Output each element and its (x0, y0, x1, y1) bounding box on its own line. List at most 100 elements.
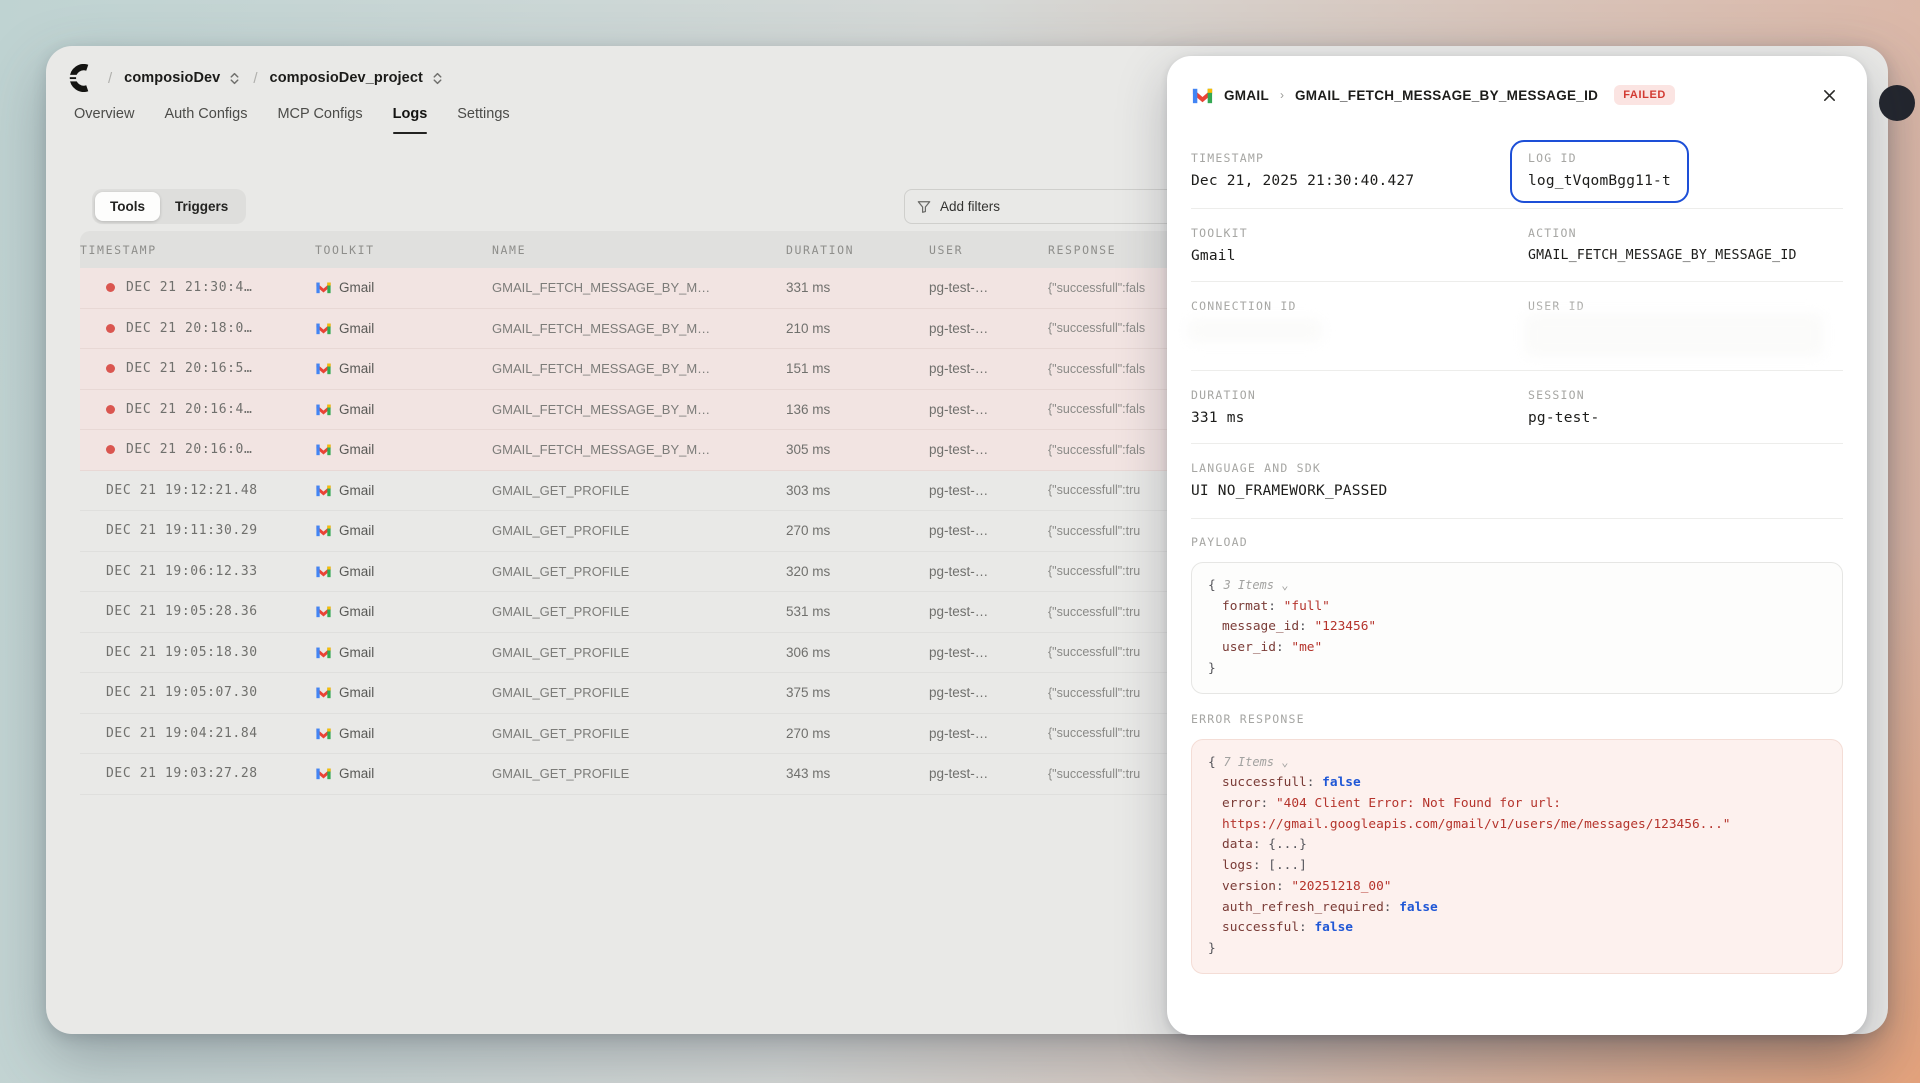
log-toolkit: Gmail (339, 685, 374, 700)
error-response-json-viewer[interactable]: { 7 Items successfullfalse error"404 Cli… (1191, 739, 1843, 974)
field-row: TIMESTAMP Dec 21, 2025 21:30:40.427 LOG … (1191, 134, 1843, 208)
log-timestamp-cell: DEC 21 19:11:30.29 (80, 523, 315, 538)
log-timestamp: DEC 21 19:12:21.48 (106, 483, 258, 498)
status-badge: FAILED (1614, 85, 1675, 105)
payload-section: PAYLOAD { 3 Items format"full" message_i… (1191, 518, 1843, 694)
log-timestamp-cell: DEC 21 20:16:5… (80, 361, 315, 376)
toggle-segment-label: Triggers (175, 199, 228, 214)
breadcrumb-project-selector[interactable]: composioDev_project (270, 70, 444, 86)
connection-id-redacted-value (1191, 322, 1319, 339)
open-brace: { (1208, 755, 1216, 770)
log-detail-panel: GMAIL › GMAIL_FETCH_MESSAGE_BY_MESSAGE_I… (1167, 56, 1867, 1035)
log-action-name: GMAIL_GET_PROFILE (492, 726, 786, 741)
nav-tab-label: Settings (457, 106, 509, 122)
log-action-name: GMAIL_GET_PROFILE (492, 645, 786, 660)
tools-triggers-toggle: Tools Triggers (92, 189, 246, 224)
log-timestamp-cell: DEC 21 21:30:4… (80, 280, 315, 295)
nav-tab-label: MCP Configs (277, 106, 362, 122)
items-count-collapse-toggle[interactable]: 7 Items (1223, 755, 1288, 769)
log-user: pg-test-… (929, 604, 1048, 619)
nav-tab[interactable]: Logs (393, 106, 428, 134)
breadcrumb-org-selector[interactable]: composioDev (124, 70, 241, 86)
log-timestamp-cell: DEC 21 19:05:07.30 (80, 685, 315, 700)
field-row: CONNECTION ID USER ID (1191, 281, 1843, 370)
log-id-highlight-ring[interactable]: LOG ID log_tVqomBgg11-t (1510, 140, 1689, 203)
log-user: pg-test-… (929, 321, 1048, 336)
log-user: pg-test-… (929, 442, 1048, 457)
json-key: successful (1222, 920, 1314, 935)
log-action-name: GMAIL_FETCH_MESSAGE_BY_M… (492, 321, 786, 336)
json-entry: user_id"me" (1208, 638, 1826, 659)
log-toolkit-cell: Gmail (315, 765, 492, 782)
column-header: NAME (492, 243, 786, 257)
json-value: "me" (1291, 640, 1322, 655)
log-action-name: GMAIL_GET_PROFILE (492, 766, 786, 781)
log-duration: 270 ms (786, 726, 929, 741)
json-entry: error"404 Client Error: Not Found for ur… (1208, 794, 1826, 835)
json-entries: successfullfalse error"404 Client Error:… (1208, 773, 1826, 939)
log-id-field-value: log_tVqomBgg11-t (1528, 173, 1671, 189)
log-toolkit-cell: Gmail (315, 684, 492, 701)
nav-tab[interactable]: Settings (457, 106, 509, 134)
log-id-field: LOG ID log_tVqomBgg11-t (1528, 151, 1843, 191)
log-user: pg-test-… (929, 726, 1048, 741)
log-timestamp: DEC 21 19:05:28.36 (106, 604, 258, 619)
payload-json-viewer[interactable]: { 3 Items format"full" message_id"123456… (1191, 562, 1843, 694)
log-duration: 303 ms (786, 483, 929, 498)
user-avatar[interactable] (1879, 85, 1915, 121)
field-row: DURATION 331 ms SESSION pg-test- (1191, 370, 1843, 443)
column-header: TOOLKIT (315, 243, 492, 257)
json-value: [...] (1268, 858, 1307, 873)
log-duration: 270 ms (786, 523, 929, 538)
nav-tab[interactable]: Auth Configs (164, 106, 247, 134)
open-brace: { (1208, 578, 1216, 593)
json-key: error (1222, 796, 1276, 811)
add-filters-label: Add filters (940, 199, 1000, 214)
column-header: DURATION (786, 243, 929, 257)
gmail-icon (315, 684, 332, 701)
log-timestamp: DEC 21 19:04:21.84 (106, 726, 258, 741)
json-entry: format"full" (1208, 597, 1826, 618)
log-action-name: GMAIL_FETCH_MESSAGE_BY_M… (492, 402, 786, 417)
close-panel-button[interactable] (1815, 81, 1843, 109)
log-toolkit-cell: Gmail (315, 482, 492, 499)
nav-tab[interactable]: Overview (74, 106, 134, 134)
log-toolkit: Gmail (339, 564, 374, 579)
toolkit-field: TOOLKIT Gmail (1191, 226, 1528, 264)
log-action-name: GMAIL_GET_PROFILE (492, 523, 786, 538)
session-field-label: SESSION (1528, 388, 1843, 402)
json-key: version (1222, 879, 1291, 894)
log-timestamp: DEC 21 19:05:18.30 (106, 645, 258, 660)
duration-field: DURATION 331 ms (1191, 388, 1528, 426)
gmail-icon (315, 441, 332, 458)
json-value: false (1399, 900, 1438, 915)
close-icon (1822, 88, 1837, 103)
json-key: logs (1222, 858, 1268, 873)
toolkit-field-value: Gmail (1191, 248, 1528, 264)
log-toolkit-cell: Gmail (315, 725, 492, 742)
toggle-segment[interactable]: Triggers (160, 192, 243, 221)
log-duration: 343 ms (786, 766, 929, 781)
gmail-icon (315, 279, 332, 296)
json-close-line: } (1208, 659, 1826, 680)
toggle-segment[interactable]: Tools (95, 192, 160, 221)
log-toolkit: Gmail (339, 280, 374, 295)
log-toolkit-cell: Gmail (315, 522, 492, 539)
nav-tab[interactable]: MCP Configs (277, 106, 362, 134)
json-entry: logs[...] (1208, 856, 1826, 877)
log-user: pg-test-… (929, 685, 1048, 700)
nav-tab-label: Auth Configs (164, 106, 247, 122)
log-duration: 331 ms (786, 280, 929, 295)
log-toolkit-cell: Gmail (315, 360, 492, 377)
json-value: false (1314, 920, 1353, 935)
gmail-icon (315, 603, 332, 620)
log-toolkit: Gmail (339, 645, 374, 660)
json-value: "404 Client Error: Not Found for url: ht… (1222, 796, 1731, 832)
log-id-field-label: LOG ID (1528, 151, 1671, 165)
log-action-name: GMAIL_GET_PROFILE (492, 483, 786, 498)
log-timestamp-cell: DEC 21 19:03:27.28 (80, 766, 315, 781)
items-count-collapse-toggle[interactable]: 3 Items (1223, 578, 1288, 592)
chevron-updown-icon (431, 72, 444, 85)
breadcrumb-org-label: composioDev (124, 70, 220, 86)
gmail-icon (1191, 84, 1214, 107)
